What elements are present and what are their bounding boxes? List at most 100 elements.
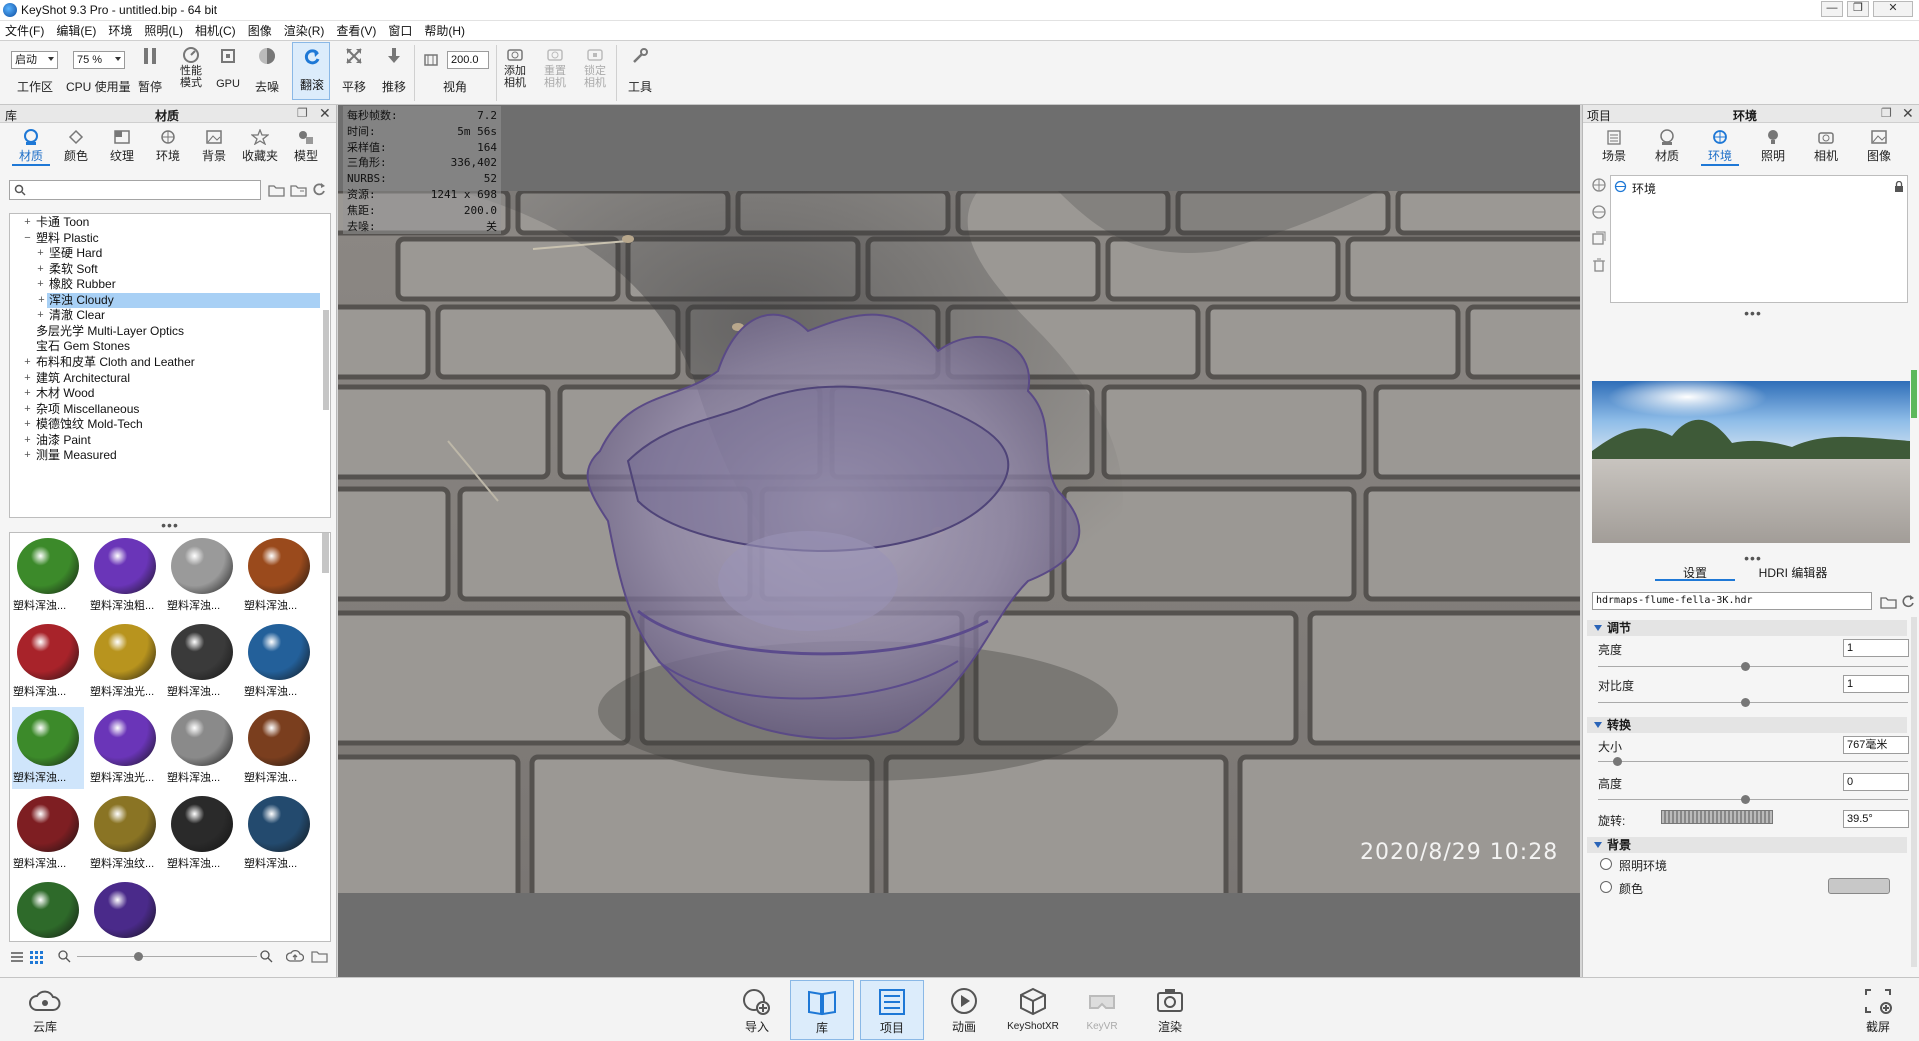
tree-expand-icon[interactable]: + [22, 371, 33, 386]
tumble-button[interactable]: 翻滚 [292, 42, 330, 100]
field-of-view-input[interactable]: 200.0 [447, 51, 489, 69]
menu-view[interactable]: 查看(V) [336, 22, 376, 39]
tree-expand-icon[interactable]: + [22, 355, 33, 370]
close-button[interactable]: ✕ [1873, 1, 1913, 17]
tree-item[interactable]: + 杂项 Miscellaneous [10, 402, 320, 417]
tab-backgrounds[interactable]: 背景 [195, 129, 233, 164]
background-lighting-radio[interactable] [1600, 858, 1612, 870]
add-folder-icon[interactable] [268, 183, 286, 197]
menu-image[interactable]: 图像 [248, 22, 272, 39]
tree-expand-icon[interactable]: + [22, 433, 33, 448]
tree-item[interactable]: 宝石 Gem Stones [10, 339, 320, 354]
hdr-file-input[interactable]: hdrmaps-flume-fella-3K.hdr [1592, 592, 1872, 610]
tree-expand-icon[interactable]: + [22, 215, 33, 230]
tree-expand-icon[interactable]: + [22, 386, 33, 401]
tree-expand-icon[interactable]: − [22, 231, 33, 246]
folder-import-icon[interactable] [311, 949, 329, 963]
render-button[interactable]: 渲染 [1142, 980, 1198, 1040]
keyshotxr-button[interactable]: KeyShotXR [1000, 980, 1066, 1040]
reset-camera-button[interactable]: 重置 相机 [540, 45, 570, 101]
open-folder-icon[interactable] [1880, 595, 1898, 609]
tree-expand-icon[interactable]: + [35, 277, 46, 292]
background-color-swatch[interactable] [1828, 878, 1890, 894]
tree-item[interactable]: + 柔软 Soft [10, 262, 320, 277]
material-thumbnail[interactable]: 塑料浑浊... [166, 621, 238, 703]
keyvr-button[interactable]: KeyVR [1074, 980, 1130, 1040]
thumbnail-size-knob[interactable] [134, 952, 143, 961]
tab-camera[interactable]: 相机 [1807, 129, 1845, 164]
tab-colors[interactable]: 颜色 [57, 129, 95, 164]
add-camera-button[interactable]: 添加 相机 [500, 45, 530, 101]
copy-environment-icon[interactable] [1591, 231, 1607, 247]
tab-lighting[interactable]: 照明 [1754, 129, 1792, 164]
tab-project-materials[interactable]: 材质 [1648, 129, 1686, 164]
close-panel-icon[interactable]: ✕ [319, 105, 331, 122]
tree-expand-icon[interactable]: + [36, 293, 47, 308]
screenshot-button[interactable]: 截屏 [1850, 980, 1906, 1040]
splitter-handle[interactable]: ••• [1733, 305, 1773, 321]
tree-item[interactable]: + 卡通 Toon [10, 215, 320, 230]
tab-project-environment[interactable]: 环境 [1701, 129, 1739, 164]
float-panel-icon[interactable]: ❐ [297, 106, 308, 120]
animation-button[interactable]: 动画 [936, 980, 992, 1040]
restore-button[interactable]: ❐ [1847, 1, 1869, 17]
library-search-input[interactable] [9, 180, 261, 200]
tree-item[interactable]: + 油漆 Paint [10, 433, 320, 448]
tab-hdri-editor[interactable]: HDRI 编辑器 [1748, 564, 1838, 581]
material-thumbnail[interactable]: 塑料浑浊... [12, 621, 84, 703]
splitter-handle[interactable]: ••• [150, 517, 190, 533]
material-thumbnail[interactable]: 塑料浑浊... [12, 535, 84, 617]
tab-environments[interactable]: 环境 [149, 129, 187, 164]
material-thumbnail[interactable]: 塑料浑浊光... [89, 707, 161, 789]
performance-mode-button[interactable]: 性能 模式 [176, 45, 206, 101]
background-color-radio[interactable] [1600, 881, 1612, 893]
material-thumbnail[interactable]: 塑料浑浊... [243, 535, 315, 617]
grid-view-icon[interactable] [29, 950, 43, 964]
tree-expand-icon[interactable]: + [35, 262, 46, 277]
pan-button[interactable]: 平移 [338, 45, 370, 97]
tree-expand-icon[interactable]: + [22, 448, 33, 463]
material-thumbnail[interactable]: 塑料浑浊光... [89, 621, 161, 703]
folder-options-icon[interactable] [290, 183, 308, 197]
tree-item[interactable]: + 清澈 Clear [10, 308, 320, 323]
zoom-in-icon[interactable] [260, 950, 273, 963]
section-adjustments[interactable]: 调节 [1587, 620, 1907, 636]
thumbnail-size-slider[interactable] [77, 956, 257, 957]
size-knob[interactable] [1613, 757, 1622, 766]
refresh-icon[interactable] [1901, 594, 1916, 609]
material-thumbnail[interactable]: 塑料浑浊... [12, 707, 84, 789]
tab-image[interactable]: 图像 [1860, 129, 1898, 164]
material-thumbnail[interactable]: 塑料浑浊... [12, 879, 84, 941]
material-thumbnail[interactable]: 塑料浑浊纹... [89, 793, 161, 875]
hdri-scroll-indicator[interactable] [1911, 370, 1917, 418]
float-panel-icon[interactable]: ❐ [1881, 106, 1892, 120]
tree-expand-icon[interactable]: + [22, 402, 33, 417]
tools-button[interactable]: 工具 [622, 45, 658, 97]
section-background[interactable]: 背景 [1587, 837, 1907, 853]
menu-lighting[interactable]: 照明(L) [144, 22, 183, 39]
contrast-slider[interactable] [1598, 702, 1908, 703]
cloud-upload-icon[interactable] [286, 948, 304, 964]
delete-trash-icon[interactable] [1591, 257, 1607, 273]
lock-icon[interactable] [1894, 181, 1904, 192]
list-view-icon[interactable] [10, 950, 24, 964]
menu-help[interactable]: 帮助(H) [424, 22, 465, 39]
denoise-button[interactable]: 去噪 [252, 45, 282, 97]
workspace-select[interactable]: 启动 [11, 51, 58, 69]
material-thumbnail[interactable]: 塑料浑浊... [243, 793, 315, 875]
refresh-icon[interactable] [311, 182, 327, 198]
menu-edit[interactable]: 编辑(E) [56, 22, 96, 39]
gpu-button[interactable]: GPU [214, 45, 242, 97]
height-input[interactable]: 0 [1843, 773, 1909, 791]
tab-textures[interactable]: 纹理 [103, 129, 141, 164]
material-thumbnail[interactable]: 塑料浑浊... [166, 535, 238, 617]
material-thumbnail[interactable]: 塑料浑浊... [166, 707, 238, 789]
rotation-input[interactable]: 39.5° [1843, 810, 1909, 828]
tree-item[interactable]: + 布料和皮革 Cloth and Leather [10, 355, 320, 370]
library-toggle-button[interactable]: 库 [790, 980, 854, 1040]
tab-materials[interactable]: 材质 [12, 129, 50, 164]
tree-scrollbar[interactable] [323, 310, 329, 410]
close-panel-icon[interactable]: ✕ [1902, 105, 1914, 122]
menu-file[interactable]: 文件(F) [5, 22, 44, 39]
minimize-button[interactable]: — [1821, 1, 1843, 17]
